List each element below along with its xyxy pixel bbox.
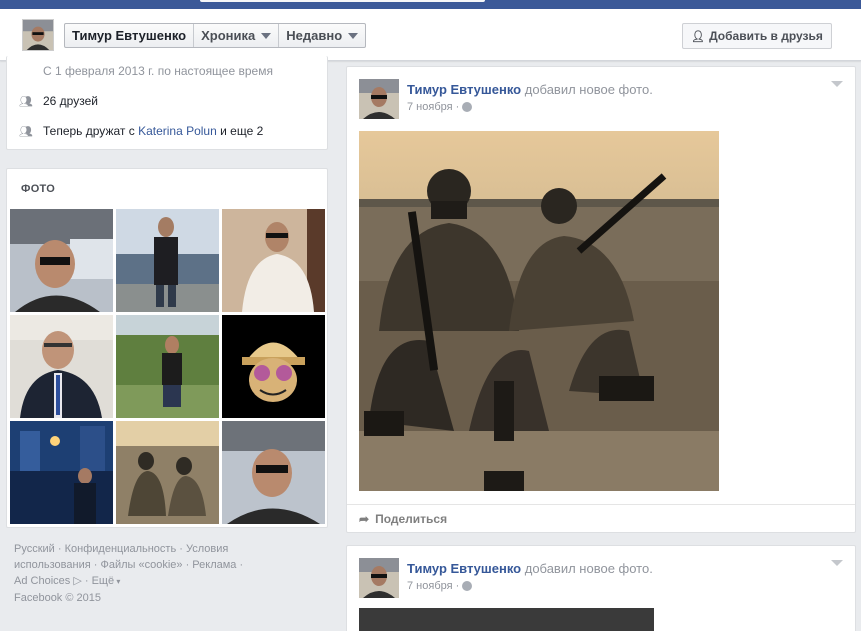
chevron-down-icon: ▾ [114,577,121,586]
share-button[interactable]: ➦ Поделиться [347,504,855,533]
copyright: Facebook © 2015 [14,592,101,604]
globe-icon [462,102,473,112]
photo-station[interactable] [10,421,113,524]
post-meta: 7 ноября · [407,580,473,592]
search-bar-edge[interactable] [200,0,485,2]
post-options-chevron-icon[interactable] [831,81,843,87]
photo-grid [10,209,325,524]
friends-icon: 👥︎ [19,125,33,138]
photo-soldiers[interactable] [116,421,219,524]
photo-cartoon[interactable] [222,315,325,418]
profile-nav: Тимур Евтушенко Хроника Недавно [64,23,367,48]
post-photo[interactable] [359,608,654,631]
friends-icon: 👥︎ [19,95,33,108]
mutual-friends-row: 👥︎ Теперь дружат с Katerina Polun и еще … [19,124,264,138]
photo-white-sweater[interactable] [222,209,325,312]
work-period: С 1 февраля 2013 г. по настоящее время [43,64,273,78]
post-photo[interactable] [359,131,719,491]
post-title: Тимур Евтушенко добавил новое фото. [407,82,653,97]
post-title: Тимур Евтушенко добавил новое фото. [407,561,653,576]
photo-park[interactable] [116,315,219,418]
footer-link-ads[interactable]: Реклама [192,559,236,571]
globe-icon [462,581,473,591]
profile-name-button[interactable]: Тимур Евтушенко [65,24,195,47]
post-date-link[interactable]: 7 ноября [407,101,453,113]
photo-selfie-car[interactable] [10,209,113,312]
more-friends-link[interactable]: и еще 2 [220,124,263,138]
footer-more-dropdown[interactable]: Ещё [92,575,115,587]
add-friend-button[interactable]: 👤︎ Добавить в друзья [682,23,832,49]
post-author-avatar[interactable] [359,79,399,119]
photos-heading[interactable]: ФОТО [21,183,55,195]
chevron-down-icon [348,32,359,39]
photo-selfie-car-2[interactable] [222,421,325,524]
post-date-link[interactable]: 7 ноября [407,580,453,592]
profile-avatar[interactable] [22,19,54,51]
left-footer: Русский · Конфиденциальность · Условия и… [14,541,314,606]
footer-link-language[interactable]: Русский [14,543,55,555]
photo-boat[interactable] [116,209,219,312]
chevron-down-icon [261,32,272,39]
post-author-avatar[interactable] [359,558,399,598]
share-arrow-icon: ➦ [359,512,370,526]
friends-count-row[interactable]: 👥︎ 26 друзей [19,94,98,108]
footer-link-privacy[interactable]: Конфиденциальность [65,543,177,555]
footer-link-terms[interactable]: Условия [186,543,228,555]
post-options-chevron-icon[interactable] [831,560,843,566]
recent-dropdown[interactable]: Недавно [279,24,365,47]
footer-link-terms-cont[interactable]: использования [14,559,91,571]
feed-post: Тимур Евтушенко добавил новое фото. 7 но… [346,66,856,533]
footer-link-cookies[interactable]: Файлы «cookie» [100,559,182,571]
intro-card: С 1 февраля 2013 г. по настоящее время 👥… [6,56,328,150]
post-author-link[interactable]: Тимур Евтушенко [407,82,521,97]
person-add-icon: 👤︎ [691,30,706,43]
ad-choices-icon: ▷ [73,575,82,587]
top-bar [0,0,861,9]
feed-post: Тимур Евтушенко добавил новое фото. 7 но… [346,545,856,631]
footer-link-ad-choices[interactable]: Ad Choices [14,575,70,587]
photo-suit[interactable] [10,315,113,418]
friend-link[interactable]: Katerina Polun [138,124,217,138]
post-author-link[interactable]: Тимур Евтушенко [407,561,521,576]
profile-header: Тимур Евтушенко Хроника Недавно 👤︎ Добав… [0,9,861,61]
photos-card: ФОТО [6,168,328,528]
timeline-dropdown[interactable]: Хроника [194,24,280,47]
post-meta: 7 ноября · [407,101,473,113]
